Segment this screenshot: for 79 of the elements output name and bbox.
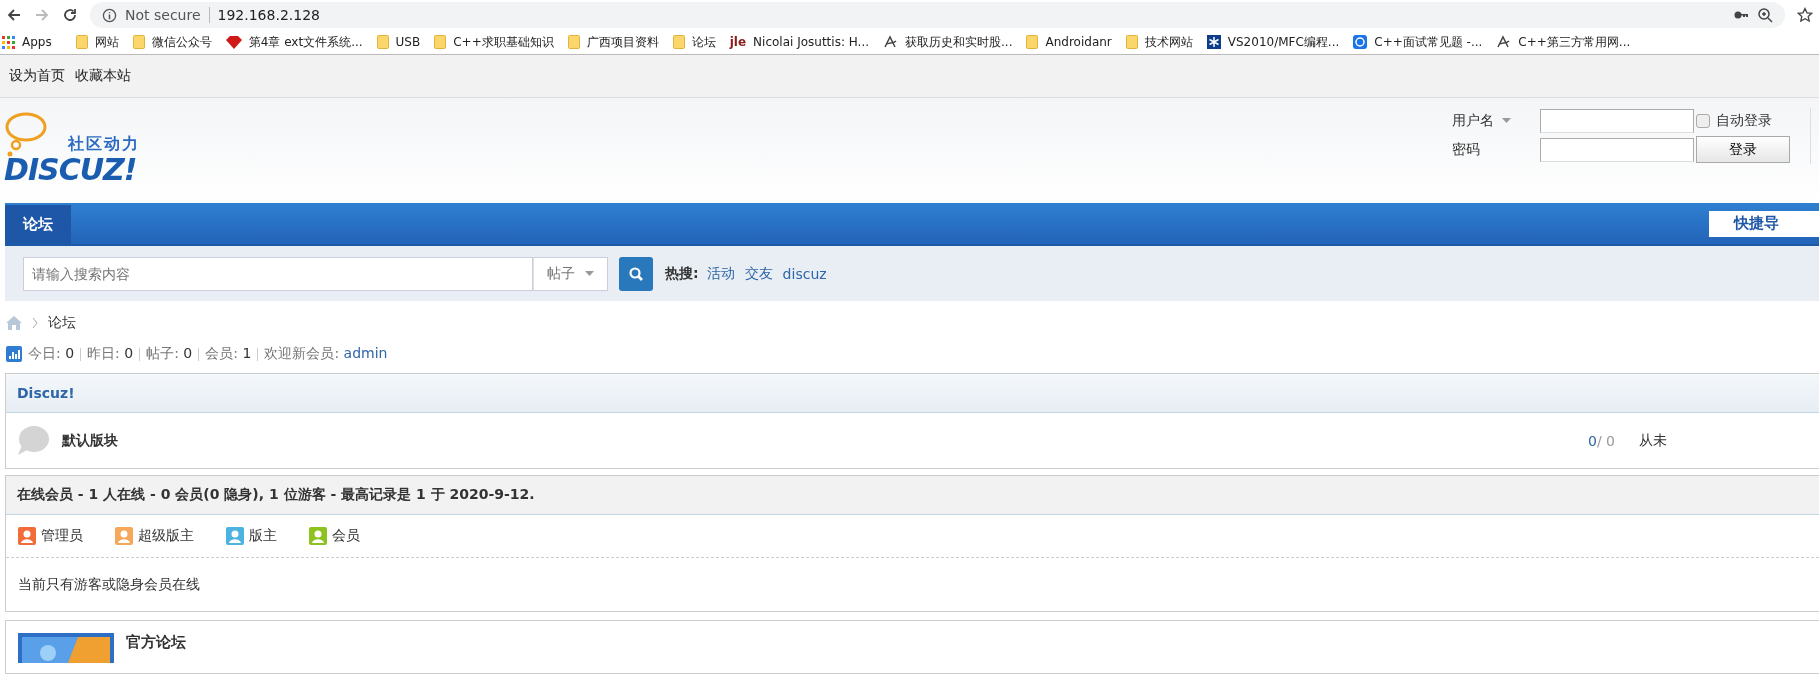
swirl-icon <box>883 35 899 49</box>
zoom-icon[interactable] <box>1757 7 1773 23</box>
search-type-dropdown[interactable]: 帖子 <box>533 256 608 291</box>
remember-checkbox[interactable]: 自动登录 <box>1696 111 1800 130</box>
last-post-text: 从未 <box>1639 431 1668 450</box>
legend-label: 管理员 <box>41 527 83 545</box>
login-button[interactable]: 登录 <box>1696 136 1790 164</box>
star-icon[interactable] <box>1797 7 1813 23</box>
partner-title[interactable]: 官方论坛 <box>126 633 186 673</box>
folder-icon <box>1026 35 1039 49</box>
hot-search-label: 热搜: <box>665 264 699 283</box>
site-icon: jle <box>729 35 747 49</box>
bookmark[interactable]: 获取历史和实时股... <box>883 33 1025 51</box>
discuz-logo[interactable]: 社区动力 DISCUZ! <box>4 112 154 192</box>
bookmark[interactable]: 技术网站 <box>1125 33 1205 51</box>
stat-text: 帖子: 0 <box>146 345 193 363</box>
bookmark[interactable]: 网站 <box>75 33 131 51</box>
stat-text: 昨日: 0 <box>87 345 134 363</box>
folder-icon <box>434 35 447 49</box>
username-label[interactable]: 用户名 <box>1452 111 1540 130</box>
quick-nav-button[interactable]: 快捷导 <box>1709 210 1819 237</box>
url-text: 192.168.2.128 <box>217 7 320 23</box>
forum-counts: 0/ 0 <box>1588 432 1615 449</box>
chevron-icon <box>32 318 38 328</box>
back-icon[interactable] <box>6 7 22 23</box>
security-label: Not secure <box>125 7 201 23</box>
asterisk-icon <box>1206 35 1221 49</box>
password-field[interactable] <box>1540 137 1694 162</box>
stats-chart-icon <box>6 346 22 362</box>
bookmark[interactable]: VS2010/MFC编程... <box>1206 33 1352 51</box>
hot-search-link[interactable]: discuz <box>782 265 827 282</box>
stat-text: 欢迎新会员: admin <box>264 345 388 363</box>
breadcrumb-link[interactable]: 论坛 <box>48 314 76 332</box>
top-link[interactable]: 收藏本站 <box>75 67 131 85</box>
bookmark[interactable]: 微信公众号 <box>132 33 224 51</box>
online-title: 在线会员 - 1 人在线 - 0 会员(0 隐身), 1 位游客 - 最高记录是 1 于 2020-9-12. <box>17 486 535 504</box>
top-link[interactable]: 设为首页 <box>9 67 65 85</box>
folder-icon <box>672 35 685 49</box>
bookmark[interactable]: jle Nicolai Josuttis: H... <box>729 35 882 49</box>
password-label: 密码 <box>1452 140 1481 159</box>
category-title[interactable]: Discuz! <box>17 385 75 401</box>
bookmark[interactable]: C++面试常见题 -... <box>1353 33 1495 51</box>
bookmark[interactable]: 广西项目资料 <box>567 33 671 51</box>
folder-icon <box>567 35 580 49</box>
speech-bubble-icon <box>16 424 50 457</box>
search-button[interactable] <box>619 256 653 291</box>
legend-label: 会员 <box>332 527 360 545</box>
bookmark[interactable]: C++第三方常用网... <box>1496 33 1643 51</box>
search-icon <box>628 265 644 282</box>
swirl-icon <box>1496 35 1512 49</box>
address-bar[interactable]: Not secure 192.168.2.128 <box>90 2 1785 28</box>
bookmark[interactable]: 论坛 <box>672 33 728 51</box>
nav-tab[interactable]: 论坛 <box>5 205 71 244</box>
bookmark[interactable]: Androidanr <box>1026 35 1124 49</box>
folder-icon <box>376 35 389 49</box>
folder-icon <box>132 35 145 49</box>
reload-icon[interactable] <box>62 7 78 23</box>
stat-text: 今日: 0 <box>28 345 75 363</box>
legend-label: 超级版主 <box>138 527 194 545</box>
stat-text: 会员: 1 <box>205 345 252 363</box>
info-icon <box>102 7 117 23</box>
hot-search-link[interactable]: 交友 <box>744 264 773 283</box>
username-field[interactable] <box>1540 108 1694 133</box>
legend-label: 版主 <box>249 527 277 545</box>
bookmark[interactable]: 第4章 ext文件系统... <box>225 33 375 51</box>
circle-icon <box>1353 35 1368 49</box>
folder-icon <box>1125 35 1138 49</box>
forum-name[interactable]: 默认版块 <box>62 431 118 450</box>
dropdown-caret-icon <box>1502 118 1511 124</box>
bookmark[interactable]: USB <box>376 35 433 49</box>
bookmark[interactable]: C++求职基础知识 <box>434 33 566 51</box>
online-note: 当前只有游客或隐身会员在线 <box>17 574 201 594</box>
hot-search-link[interactable]: 活动 <box>706 264 735 283</box>
gem-icon <box>225 35 242 49</box>
search-field[interactable]: 请输入搜索内容 <box>23 256 533 291</box>
bookmark[interactable]: Apps <box>2 35 64 49</box>
apps-grid-icon <box>2 35 15 49</box>
folder-icon <box>75 35 88 49</box>
dropdown-caret-icon <box>585 271 594 276</box>
